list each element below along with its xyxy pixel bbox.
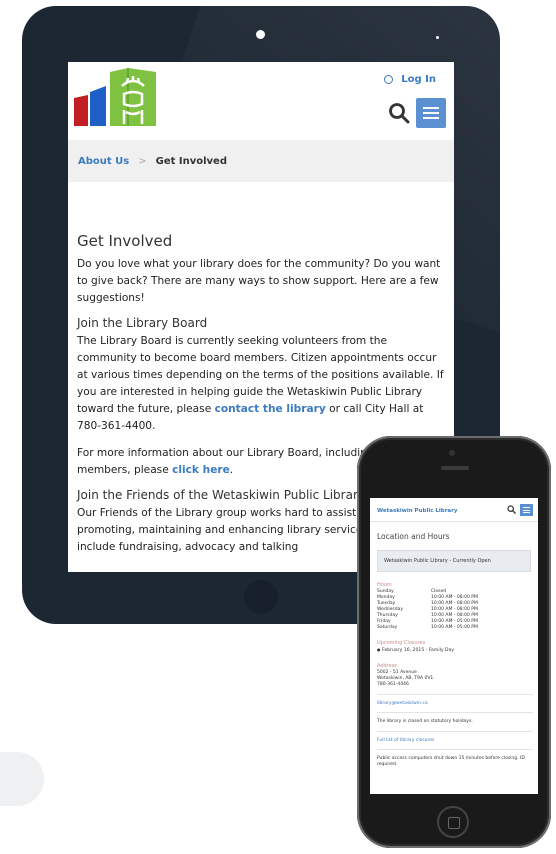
search-icon[interactable] — [388, 102, 410, 124]
breadcrumb-current: Get Involved — [155, 155, 227, 167]
board-paragraph: The Library Board is currently seeking v… — [77, 333, 449, 435]
address-label: Address — [377, 663, 397, 669]
tablet-camera — [256, 30, 265, 39]
holiday-note: The library is closed on statutory holid… — [377, 719, 473, 724]
closures-list-link[interactable]: Full list of library closures — [377, 738, 533, 743]
login-label: Log In — [401, 74, 436, 85]
hours-row: Saturday 10:00 AM - 05:00 PM — [377, 625, 478, 630]
phone-page-title: Location and Hours — [377, 532, 450, 541]
background-shape — [0, 752, 44, 806]
phone-home-button — [437, 806, 469, 838]
login-link[interactable]: Log In — [384, 74, 436, 85]
tablet-home-button — [244, 580, 278, 614]
closure-item: ● February 16, 2015 - Family Day — [377, 647, 455, 653]
divider — [377, 749, 533, 750]
breadcrumb-separator: > — [138, 155, 147, 167]
computer-note: Public access computers shut down 15 min… — [377, 756, 525, 767]
phone-body: Hours Sunday Closed Monday 10:00 AM - 08:0… — [377, 582, 533, 768]
hours-table: Sunday Closed Monday 10:00 AM - 08:00 PM T… — [377, 589, 533, 631]
search-icon[interactable] — [507, 505, 516, 514]
hamburger-menu-icon[interactable] — [416, 98, 446, 128]
divider — [377, 694, 533, 695]
page-title: Get Involved — [77, 232, 173, 250]
board-heading: Join the Library Board — [77, 316, 208, 330]
closures-label: Upcoming Closures — [377, 640, 426, 646]
hamburger-menu-icon[interactable] — [520, 504, 533, 516]
breadcrumb-about-us[interactable]: About Us — [78, 156, 129, 167]
divider — [377, 731, 533, 732]
phone-site-name[interactable]: Wetaskiwin Public Library — [377, 508, 457, 514]
phone-status-text: Wetaskiwin Public Library - Currently Op… — [384, 558, 491, 564]
intro-text: Do you love what your library does for t… — [77, 258, 441, 304]
tablet-sensor — [436, 36, 439, 39]
phone-header: Wetaskiwin Public Library — [370, 498, 538, 522]
phone-status-box: Wetaskiwin Public Library - Currently Op… — [377, 550, 531, 572]
contact-library-link[interactable]: contact the library — [215, 403, 326, 415]
divider — [377, 712, 533, 713]
phone-device: Wetaskiwin Public Library Location and H… — [357, 436, 551, 848]
breadcrumb: About Us > Get Involved — [68, 140, 454, 182]
address-line: 780-361-4446 — [377, 682, 409, 687]
library-books-logo[interactable] — [72, 64, 158, 132]
phone-screen: Wetaskiwin Public Library Location and H… — [370, 498, 538, 794]
email-link[interactable]: library@wetaskiwin.ca — [377, 701, 533, 706]
more-text-2: . — [229, 464, 234, 476]
hours-label: Hours — [377, 582, 392, 588]
phone-speaker — [441, 466, 469, 470]
click-here-link[interactable]: click here — [172, 464, 230, 476]
login-icon — [384, 75, 394, 84]
phone-camera — [449, 450, 455, 456]
